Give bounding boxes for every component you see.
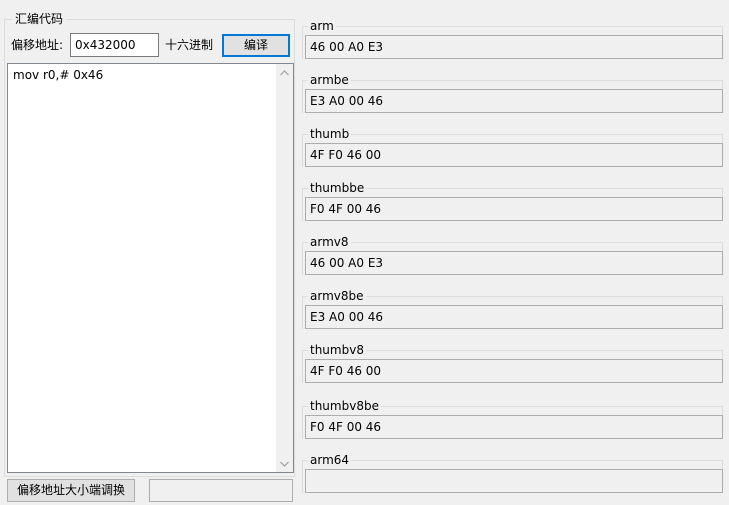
output-group-thumbbe: thumbbe F0 4F 00 46	[302, 181, 723, 221]
scroll-up-icon[interactable]	[276, 64, 293, 81]
code-scrollbar[interactable]	[276, 64, 293, 472]
output-field-thumbbe[interactable]: F0 4F 00 46	[305, 197, 723, 221]
output-group-thumb: thumb 4F F0 46 00	[302, 127, 723, 167]
output-label-armv8be: armv8be	[308, 289, 366, 303]
output-field-thumb[interactable]: 4F F0 46 00	[305, 143, 723, 167]
output-group-armbe: armbe E3 A0 00 46	[302, 73, 723, 113]
output-field-arm64[interactable]	[305, 469, 723, 493]
output-field-armv8be[interactable]: E3 A0 00 46	[305, 305, 723, 329]
output-label-thumbv8be: thumbv8be	[308, 399, 381, 413]
assembly-code-text: mov r0,# 0x46	[13, 68, 104, 82]
output-group-thumbv8be: thumbv8be F0 4F 00 46	[302, 399, 723, 439]
output-label-armv8: armv8	[308, 235, 351, 249]
output-field-arm[interactable]: 46 00 A0 E3	[305, 35, 723, 59]
output-field-thumbv8be[interactable]: F0 4F 00 46	[305, 415, 723, 439]
output-label-thumbv8: thumbv8	[308, 343, 366, 357]
output-group-arm64: arm64	[302, 453, 723, 493]
output-label-armbe: armbe	[308, 73, 351, 87]
output-field-armbe[interactable]: E3 A0 00 46	[305, 89, 723, 113]
output-label-arm64: arm64	[308, 453, 352, 467]
output-label-arm: arm	[308, 19, 336, 33]
output-group-armv8: armv8 46 00 A0 E3	[302, 235, 723, 275]
offset-address-input[interactable]: 0x432000	[70, 33, 159, 57]
endian-output-field[interactable]	[149, 479, 293, 502]
output-group-thumbv8: thumbv8 4F F0 46 00	[302, 343, 723, 383]
output-label-thumbbe: thumbbe	[308, 181, 367, 195]
assembly-code-editor[interactable]: mov r0,# 0x46	[7, 63, 294, 473]
output-group-arm: arm 46 00 A0 E3	[302, 19, 723, 59]
output-group-armv8be: armv8be E3 A0 00 46	[302, 289, 723, 329]
assembly-group-label: 汇编代码	[12, 12, 67, 26]
offset-address-label: 偏移地址:	[11, 38, 64, 52]
scroll-down-icon[interactable]	[276, 455, 293, 472]
swap-endian-button[interactable]: 偏移地址大小端调换	[7, 479, 135, 502]
output-field-thumbv8[interactable]: 4F F0 46 00	[305, 359, 723, 383]
output-field-armv8[interactable]: 46 00 A0 E3	[305, 251, 723, 275]
assembler-window: 汇编代码 偏移地址: 0x432000 十六进制 编译 mov r0,# 0x4…	[0, 0, 729, 505]
compile-button[interactable]: 编译	[222, 34, 290, 57]
hex-label: 十六进制	[165, 38, 214, 52]
output-label-thumb: thumb	[308, 127, 352, 141]
